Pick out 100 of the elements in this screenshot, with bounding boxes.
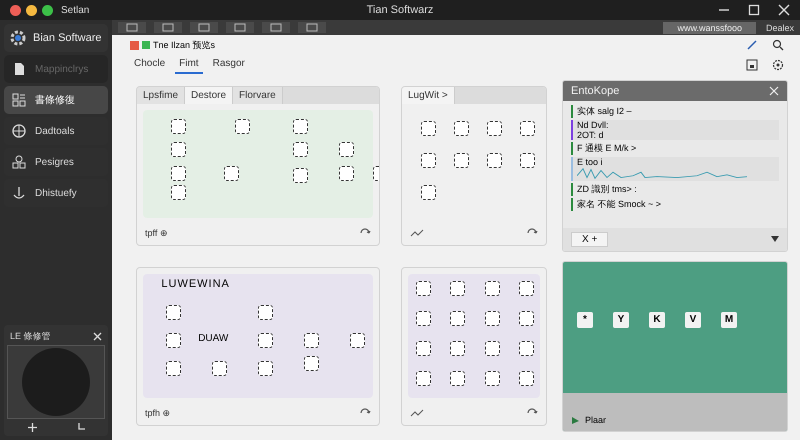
node-icon[interactable] [454, 120, 470, 136]
node-icon[interactable] [258, 360, 273, 376]
node-icon[interactable] [484, 310, 500, 326]
node-icon[interactable] [484, 370, 500, 386]
node-icon[interactable] [518, 310, 534, 326]
tab-glyph-icon [162, 23, 174, 32]
node-icon[interactable] [212, 360, 227, 376]
close-dot[interactable] [10, 4, 21, 16]
list-row[interactable]: Nd Dvll: [577, 120, 779, 130]
panel-tab[interactable]: Destore [185, 87, 234, 104]
grid-icon [12, 93, 26, 107]
node-icon[interactable] [520, 120, 536, 136]
node-icon[interactable] [518, 370, 534, 386]
sidebar-item[interactable]: 書條修復 [4, 86, 108, 114]
node-icon[interactable] [338, 142, 354, 158]
panel-tab[interactable]: Florvare [233, 87, 283, 104]
node-icon[interactable] [338, 166, 354, 181]
node-icon[interactable] [416, 340, 431, 356]
list-row[interactable]: 家名 不能 Smock ~ > [577, 198, 779, 211]
node-icon[interactable] [292, 168, 308, 184]
node-icon[interactable] [518, 340, 534, 356]
close-icon[interactable] [778, 4, 790, 16]
toolbar-tab[interactable] [226, 22, 254, 33]
close-icon[interactable] [93, 332, 102, 341]
node-icon[interactable] [416, 280, 431, 296]
document-tab[interactable]: Rasgor [208, 55, 249, 74]
minimize-dot[interactable] [26, 4, 37, 16]
map-label: Plaar [585, 415, 606, 425]
tab-glyph-icon [306, 23, 318, 32]
node-icon[interactable] [454, 153, 470, 168]
node-icon[interactable] [450, 340, 466, 356]
map-marker[interactable]: M [721, 312, 737, 328]
window-title: Tian Softwarz [366, 4, 434, 16]
node-icon[interactable] [292, 118, 308, 134]
node-icon[interactable] [350, 333, 365, 348]
node-icon[interactable] [421, 153, 436, 168]
list-row[interactable]: F 通模 E M/k > [577, 142, 779, 155]
node-icon[interactable] [450, 280, 466, 296]
tab-glyph-icon [270, 23, 282, 32]
app-label: Setlan [61, 4, 90, 16]
node-icon[interactable] [484, 340, 500, 356]
search-icon[interactable] [772, 39, 784, 51]
node-icon[interactable] [235, 118, 250, 134]
node-icon[interactable] [258, 333, 273, 348]
toolbar-tab[interactable] [118, 22, 146, 33]
toolbar-tab[interactable] [298, 22, 326, 33]
node-icon[interactable] [170, 166, 186, 181]
footer-label: tpff ⊕ [145, 228, 168, 238]
caret-icon[interactable] [771, 236, 779, 242]
node-icon[interactable] [166, 360, 181, 376]
toolbar-tab[interactable] [154, 22, 182, 33]
filter-dropdown[interactable]: X + [571, 232, 608, 246]
tab-glyph-icon [234, 23, 246, 32]
toolbar-tab[interactable] [190, 22, 218, 33]
brand-name: Bian Software [33, 32, 102, 44]
settings-icon[interactable] [772, 58, 784, 70]
panel-tab[interactable]: Lpsfime [137, 87, 186, 104]
map-marker[interactable]: V [685, 312, 701, 328]
node-icon[interactable] [450, 370, 466, 386]
node-icon[interactable] [484, 280, 500, 296]
node-icon[interactable] [487, 120, 502, 136]
node-icon[interactable] [166, 304, 181, 320]
node-icon[interactable] [520, 153, 536, 168]
list-row[interactable]: 实体 salg I2 – [577, 105, 779, 118]
marker-icon [130, 40, 139, 50]
list-row[interactable]: ZD 識別 tms> : [577, 183, 779, 196]
map-marker[interactable]: * [577, 312, 593, 328]
node-icon[interactable] [304, 356, 319, 371]
node-icon[interactable] [487, 153, 502, 168]
node-icon[interactable] [421, 120, 436, 136]
plus-icon[interactable] [26, 422, 38, 433]
node-icon[interactable] [292, 142, 308, 158]
node-icon[interactable] [518, 280, 534, 296]
node-icon[interactable] [416, 310, 431, 326]
list-row-detail: 2OT: d [577, 130, 605, 140]
node-icon[interactable] [170, 142, 186, 158]
node-icon[interactable] [166, 333, 181, 348]
map-marker[interactable]: Y [613, 312, 629, 328]
tab-glyph-icon [126, 23, 138, 32]
frame-icon[interactable] [746, 58, 758, 70]
gear-icon [8, 28, 28, 48]
node-icon[interactable] [170, 185, 186, 200]
document-tab[interactable]: Fimt [175, 55, 203, 74]
toolbar-tab[interactable] [262, 22, 290, 33]
node-icon[interactable] [450, 310, 466, 326]
address-field[interactable]: www.wanssfooo [663, 22, 756, 34]
node-icon[interactable] [421, 185, 436, 200]
maximize-icon[interactable] [748, 4, 760, 16]
document-tab[interactable]: Chocle [130, 55, 170, 74]
panel-tab[interactable]: LugWit > [402, 87, 455, 104]
corner-icon[interactable] [76, 422, 86, 431]
node-icon[interactable] [224, 166, 238, 181]
node-icon[interactable] [258, 304, 273, 320]
map-marker[interactable]: K [649, 312, 665, 328]
tab-glyph-icon [198, 23, 210, 32]
node-icon[interactable] [304, 333, 319, 348]
node-icon[interactable] [170, 118, 186, 134]
pencil-icon[interactable] [746, 39, 758, 51]
node-icon[interactable] [416, 370, 431, 386]
zoom-dot[interactable] [42, 4, 53, 16]
